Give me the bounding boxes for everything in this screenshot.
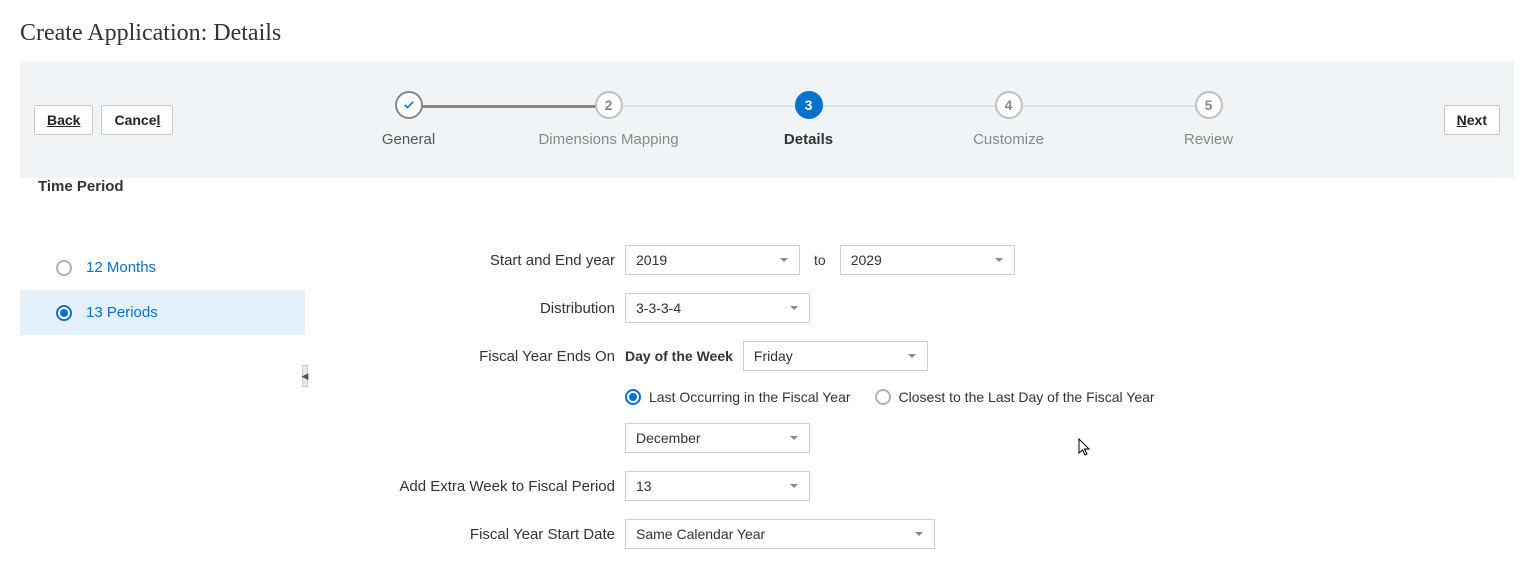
extra-week-select[interactable]: 13 bbox=[625, 471, 810, 501]
step-customize[interactable]: 4 Customize bbox=[909, 91, 1109, 148]
select-value: 3-3-3-4 bbox=[636, 300, 681, 316]
day-of-week-select[interactable]: Friday bbox=[743, 341, 928, 371]
radio-icon bbox=[56, 260, 72, 276]
step-number: 5 bbox=[1195, 91, 1223, 119]
select-value: 2019 bbox=[636, 252, 667, 268]
step-number: 2 bbox=[595, 91, 623, 119]
step-review[interactable]: 5 Review bbox=[1109, 91, 1309, 148]
section-title: Time Period bbox=[38, 178, 1514, 195]
radio-label: Closest to the Last Day of the Fiscal Ye… bbox=[899, 389, 1155, 405]
check-icon bbox=[395, 91, 423, 119]
distribution-select[interactable]: 3-3-3-4 bbox=[625, 293, 810, 323]
select-value: Friday bbox=[754, 348, 793, 364]
fiscal-start-date-select[interactable]: Same Calendar Year bbox=[625, 519, 935, 549]
details-form: Start and End year 2019 to 2029 Distribu… bbox=[305, 245, 1514, 567]
wizard-steps: General 2 Dimensions Mapping 3 Details 4… bbox=[193, 91, 1423, 148]
day-of-week-label: Day of the Week bbox=[625, 348, 733, 364]
to-separator: to bbox=[810, 252, 830, 268]
step-label: Customize bbox=[973, 131, 1044, 148]
radio-icon bbox=[625, 389, 641, 405]
page-title: Create Application: Details bbox=[20, 20, 1514, 47]
option-label: 13 Periods bbox=[86, 304, 158, 321]
cancel-label: Cancel bbox=[114, 112, 160, 128]
option-13-periods[interactable]: 13 Periods bbox=[20, 290, 305, 335]
time-period-options: 12 Months 13 Periods ◀ bbox=[20, 245, 305, 567]
option-label: 12 Months bbox=[86, 259, 156, 276]
step-label: Review bbox=[1184, 131, 1233, 148]
radio-icon bbox=[875, 389, 891, 405]
step-general[interactable]: General bbox=[309, 91, 509, 148]
content-area: 12 Months 13 Periods ◀ Start and End yea… bbox=[20, 215, 1514, 567]
select-value: Same Calendar Year bbox=[636, 526, 765, 542]
back-button[interactable]: Back bbox=[34, 105, 93, 135]
step-label: Dimensions Mapping bbox=[538, 131, 678, 148]
chevron-down-icon bbox=[779, 255, 789, 265]
option-12-months[interactable]: 12 Months bbox=[20, 245, 305, 290]
chevron-down-icon bbox=[789, 433, 799, 443]
step-number: 3 bbox=[795, 91, 823, 119]
fiscal-start-date-label: Fiscal Year Start Date bbox=[335, 526, 615, 543]
wizard-bar: Back Cancel General 2 Dimensions Mapping… bbox=[20, 61, 1514, 178]
chevron-down-icon bbox=[994, 255, 1004, 265]
step-dimensions-mapping[interactable]: 2 Dimensions Mapping bbox=[509, 91, 709, 148]
radio-label: Last Occurring in the Fiscal Year bbox=[649, 389, 851, 405]
distribution-label: Distribution bbox=[335, 300, 615, 317]
radio-icon bbox=[56, 305, 72, 321]
fiscal-year-ends-label: Fiscal Year Ends On bbox=[335, 348, 615, 365]
radio-closest-last-day[interactable]: Closest to the Last Day of the Fiscal Ye… bbox=[875, 389, 1155, 405]
step-number: 4 bbox=[995, 91, 1023, 119]
end-year-select[interactable]: 2029 bbox=[840, 245, 1015, 275]
chevron-down-icon bbox=[789, 303, 799, 313]
select-value: 13 bbox=[636, 478, 652, 494]
extra-week-label: Add Extra Week to Fiscal Period bbox=[335, 478, 615, 495]
panel-collapse-handle[interactable]: ◀ bbox=[302, 365, 308, 387]
fiscal-month-select[interactable]: December bbox=[625, 423, 810, 453]
start-year-select[interactable]: 2019 bbox=[625, 245, 800, 275]
step-details[interactable]: 3 Details bbox=[709, 91, 909, 148]
select-value: December bbox=[636, 430, 701, 446]
chevron-down-icon bbox=[914, 529, 924, 539]
select-value: 2029 bbox=[851, 252, 882, 268]
radio-last-occurring[interactable]: Last Occurring in the Fiscal Year bbox=[625, 389, 851, 405]
step-label: General bbox=[382, 131, 435, 148]
cancel-button[interactable]: Cancel bbox=[101, 105, 173, 135]
chevron-down-icon bbox=[789, 481, 799, 491]
next-button[interactable]: Next bbox=[1444, 105, 1500, 135]
chevron-down-icon bbox=[907, 351, 917, 361]
start-end-year-label: Start and End year bbox=[335, 252, 615, 269]
cursor-icon bbox=[1078, 438, 1092, 456]
step-label: Details bbox=[784, 131, 833, 148]
